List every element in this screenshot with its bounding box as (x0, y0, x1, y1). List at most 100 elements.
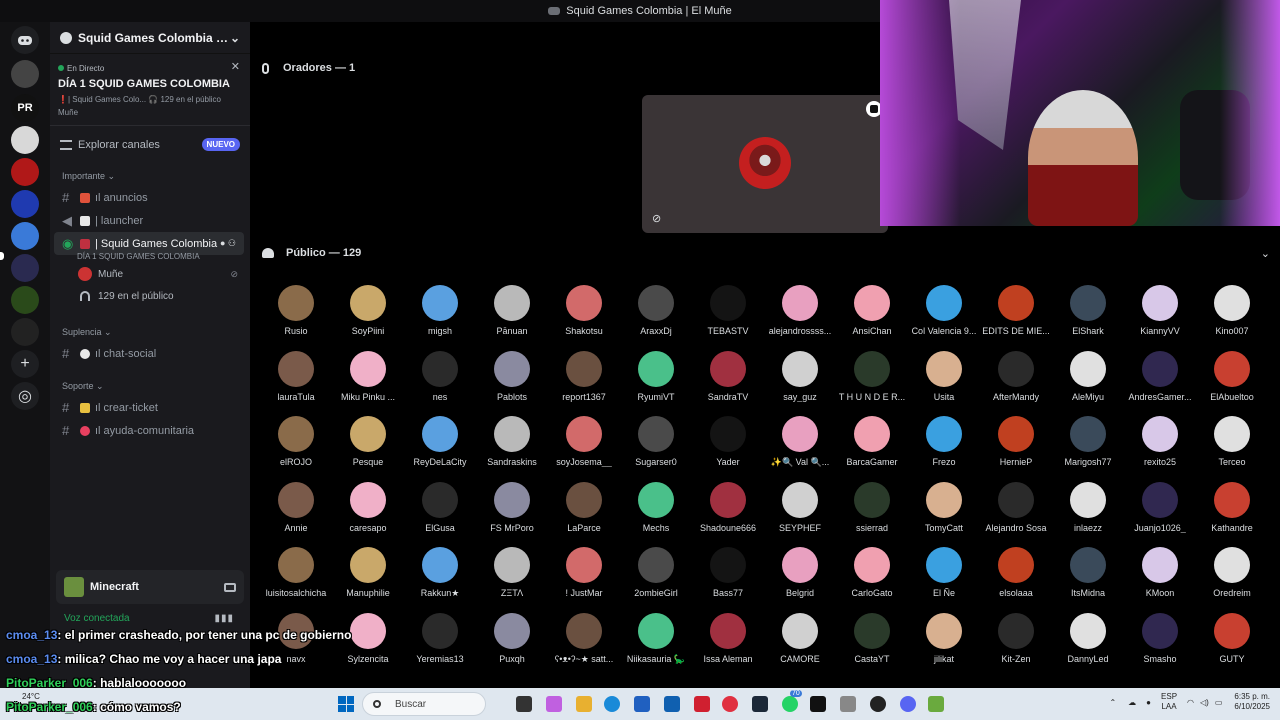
steam-icon[interactable] (752, 696, 768, 712)
audience-member[interactable]: ElShark (1052, 285, 1124, 347)
edge-icon[interactable] (604, 696, 620, 712)
audience-member[interactable]: CAMORE (764, 612, 836, 675)
chevron-up-icon[interactable]: ⌃ (1109, 698, 1116, 707)
audience-member[interactable]: jilikat (908, 612, 980, 675)
audience-member[interactable]: SEYPHEF (764, 481, 836, 544)
audience-member[interactable]: Oredreim (1196, 547, 1268, 609)
audience-member[interactable]: El Ñe (908, 547, 980, 609)
audience-member[interactable]: migsh (404, 285, 476, 347)
audience-member[interactable]: ssierrad (836, 481, 908, 544)
clock[interactable]: 6:35 p. m. 6/10/2025 (1234, 692, 1270, 712)
network-icon[interactable]: ☁ (1128, 698, 1136, 707)
audience-member[interactable]: AndresGamer... (1124, 350, 1196, 413)
windows-start-icon[interactable] (338, 696, 354, 712)
audience-member[interactable]: ElAbueltoo (1196, 350, 1268, 413)
audience-member[interactable]: Shakotsu (548, 285, 620, 347)
audience-member[interactable]: Issa Aleman (692, 612, 764, 675)
file-explorer-icon[interactable] (576, 696, 592, 712)
server-icon-bucket[interactable] (11, 126, 39, 154)
stage-member[interactable]: Muñe ⊘ (50, 263, 250, 285)
audience-member[interactable]: Rusio (260, 285, 332, 347)
audience-member[interactable]: Yader (692, 416, 764, 478)
battery-icon[interactable]: ▭ (1215, 698, 1223, 707)
activity-card[interactable]: Minecraft (56, 570, 244, 604)
audience-member[interactable]: ΖΞΤΛ (476, 547, 548, 609)
server-icon-bottle[interactable] (11, 286, 39, 314)
server-icon-squid[interactable] (11, 60, 39, 88)
audience-member[interactable]: soyJosema__ (548, 416, 620, 478)
audience-member[interactable]: rexito25 (1124, 416, 1196, 478)
audience-member[interactable]: Marigosh77 (1052, 416, 1124, 478)
language-indicator[interactable]: ESP LAA (1161, 692, 1177, 712)
volume-icon[interactable]: ◁) (1200, 698, 1209, 707)
server-icon-sonic[interactable] (11, 190, 39, 218)
audience-member[interactable]: TomyCatt (908, 481, 980, 544)
audience-member[interactable]: AnsiChan (836, 285, 908, 347)
speaker-tile[interactable]: ⊘ (642, 95, 888, 233)
audience-member[interactable]: ʕ•ᴥ•ʔ~★ satt... (548, 612, 620, 675)
audience-member[interactable]: BarcaGamer (836, 416, 908, 478)
audience-member[interactable]: RyumiVT (620, 350, 692, 413)
audience-member[interactable]: AraxxDj (620, 285, 692, 347)
audience-member[interactable]: Kino007 (1196, 285, 1268, 347)
audience-member[interactable]: Sandraskins (476, 416, 548, 478)
audience-member[interactable]: FS MrPoro (476, 481, 548, 544)
obs-icon[interactable] (870, 696, 886, 712)
audience-member[interactable]: Pesque (332, 416, 404, 478)
audience-member[interactable]: Usita (908, 350, 980, 413)
wifi-icon[interactable]: ◠ (1187, 698, 1194, 707)
audience-member[interactable]: Smasho (1124, 612, 1196, 675)
audience-member[interactable]: SandraTV (692, 350, 764, 413)
taskbar-search[interactable]: Buscar (362, 692, 486, 716)
stage-audience[interactable]: 129 en el público (50, 285, 250, 307)
audience-member[interactable]: SoyPiini (332, 285, 404, 347)
explore-channels[interactable]: Explorar canales NUEVO (50, 126, 250, 163)
audience-member[interactable]: Puxqh (476, 612, 548, 675)
audience-member[interactable]: Manuphilie (332, 547, 404, 609)
audience-member[interactable]: ElGusa (404, 481, 476, 544)
audience-member[interactable]: Mechs (620, 481, 692, 544)
audience-member[interactable]: Bass77 (692, 547, 764, 609)
chevron-down-icon[interactable]: ⌄ (1261, 247, 1270, 260)
audience-member[interactable]: 2ombieGirl (620, 547, 692, 609)
channel-anuncios[interactable]: # ıl anuncios (54, 186, 244, 209)
audience-member[interactable]: EDITS DE MIE... (980, 285, 1052, 347)
copilot-icon[interactable] (546, 696, 562, 712)
whatsapp-icon[interactable] (782, 696, 798, 712)
audience-member[interactable]: LaParce (548, 481, 620, 544)
signal-icon[interactable]: ▮▮▮ (214, 613, 234, 624)
opera-icon[interactable] (722, 696, 738, 712)
mic-icon[interactable]: ● (1146, 698, 1151, 707)
server-icon-cat[interactable] (11, 254, 39, 282)
category-importante[interactable]: Importante ⌄ (50, 163, 250, 186)
category-suplencia[interactable]: Suplencia ⌄ (50, 319, 250, 342)
audience-member[interactable]: nes (404, 350, 476, 413)
audience-member[interactable]: AleMiyu (1052, 350, 1124, 413)
audience-member[interactable]: lauraTula (260, 350, 332, 413)
server-icon-red[interactable] (11, 158, 39, 186)
audience-member[interactable]: Sugarser0 (620, 416, 692, 478)
audience-member[interactable]: Annie (260, 481, 332, 544)
channel-chat-social[interactable]: # ıl chat-social (54, 342, 244, 365)
audience-member[interactable]: DannyLed (1052, 612, 1124, 675)
audience-member[interactable]: elROJO (260, 416, 332, 478)
audience-member[interactable]: report1367 (548, 350, 620, 413)
audience-member[interactable]: GUTY (1196, 612, 1268, 675)
audience-member[interactable]: KiannyVV (1124, 285, 1196, 347)
audience-member[interactable]: Shadoune666 (692, 481, 764, 544)
audience-member[interactable]: ! JustMar (548, 547, 620, 609)
audience-member[interactable]: alejandrossss... (764, 285, 836, 347)
audience-member[interactable]: HernieP (980, 416, 1052, 478)
explore-servers-icon[interactable]: ◎ (11, 382, 39, 410)
audience-member[interactable]: inlaezz (1052, 481, 1124, 544)
audience-member[interactable]: AfterMandy (980, 350, 1052, 413)
channel-crear-ticket[interactable]: # ıl crear-ticket (54, 396, 244, 419)
category-soporte[interactable]: Soporte ⌄ (50, 373, 250, 396)
audience-member[interactable]: TEBASTV (692, 285, 764, 347)
outlook-icon[interactable] (664, 696, 680, 712)
audience-member[interactable]: CarloGato (836, 547, 908, 609)
audience-member[interactable]: ReyDeLaCity (404, 416, 476, 478)
audience-member[interactable]: elsolaaa (980, 547, 1052, 609)
audience-member[interactable]: Sylzencita (332, 612, 404, 675)
audience-member[interactable]: Rakkun★ (404, 547, 476, 609)
